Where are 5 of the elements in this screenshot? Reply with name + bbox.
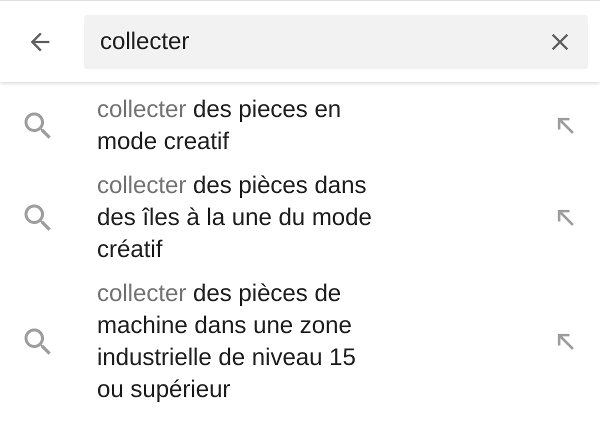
suggestion-text[interactable]: collecter des pieces en mode creatif [97, 94, 383, 158]
search-field[interactable]: collecter [84, 14, 588, 68]
search-input[interactable]: collecter [98, 26, 540, 56]
suggestion-text[interactable]: collecter des pièces de machine dans une zone industrielle de niveau 15 ou supérieur [97, 278, 383, 406]
suggestion-text[interactable]: collecter des pièces dans des îles à la une du mode créatif [97, 170, 383, 266]
